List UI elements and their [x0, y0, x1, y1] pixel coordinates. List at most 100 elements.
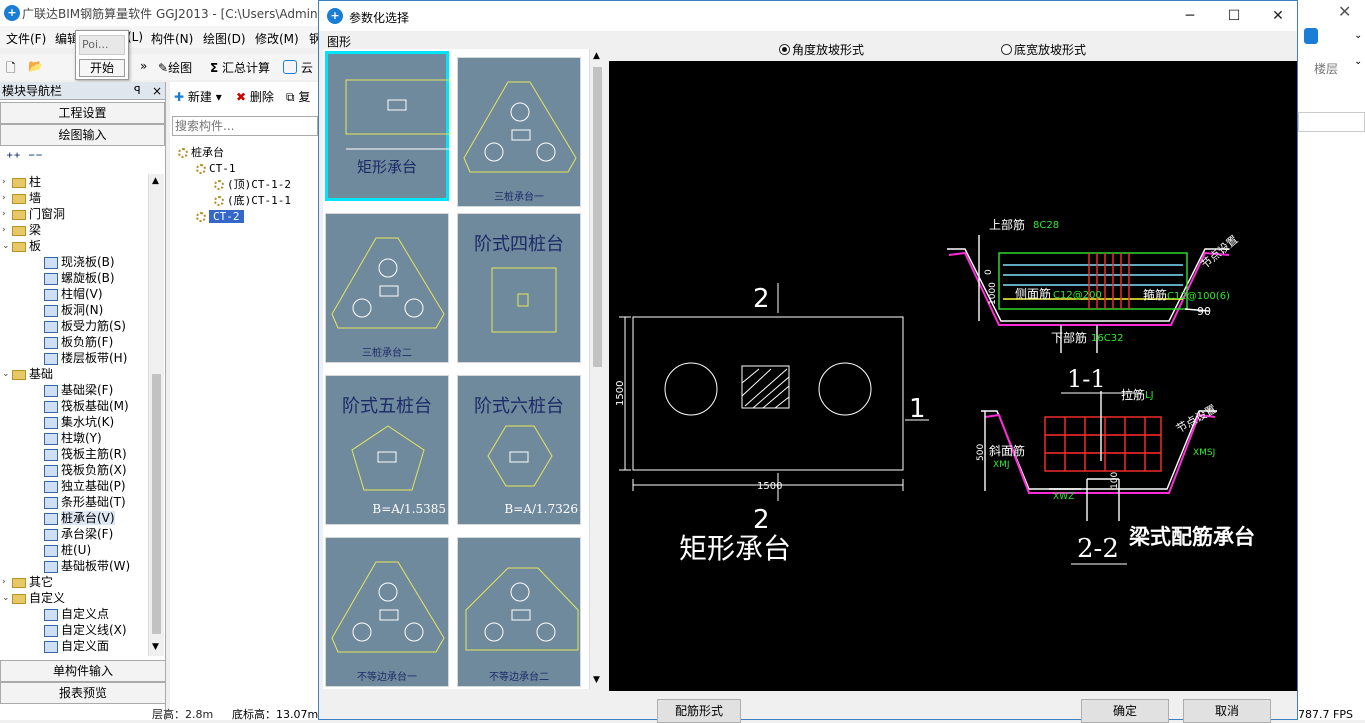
component-search-input[interactable] [172, 116, 318, 136]
new-file-icon[interactable]: 🗋 [6, 59, 16, 80]
minimize-icon[interactable]: ─ [1175, 5, 1205, 27]
nav-tree-item[interactable]: 板洞(N) [44, 302, 103, 318]
radio-angle-slope[interactable]: 角度放坡形式 [779, 41, 864, 58]
nav-tree-item[interactable]: ⌄ 自定义 [2, 590, 66, 606]
collapse-arrow-icon[interactable]: › [2, 222, 12, 238]
scroll-down-icon[interactable]: ▼ [593, 675, 600, 685]
chevron-down-icon[interactable]: ⌄ [1354, 30, 1362, 41]
delete-component-button[interactable]: ✖ 删除 [236, 88, 274, 105]
close-icon[interactable]: ✕ [1263, 5, 1293, 27]
shape-thumb[interactable]: 阶式五桩台 B=A/1.5385 [325, 375, 449, 525]
nav-tree-item[interactable]: 自定义线(X) [44, 622, 127, 638]
menu-draw[interactable]: 绘图(D) [203, 30, 246, 47]
shape-thumb[interactable]: 三桩承台二 [325, 213, 449, 363]
nav-tree-item[interactable]: 螺旋板(B) [44, 270, 115, 286]
nav-tree-item[interactable]: 承台梁(F) [44, 526, 113, 542]
draw-button[interactable]: ✎绘图 [158, 59, 192, 76]
right-field[interactable] [1298, 112, 1365, 132]
nav-tree-item[interactable]: ⌄ 基础 [2, 366, 53, 382]
shape-thumb[interactable]: 不等边承台二 [457, 537, 581, 687]
window-close-icon[interactable]: ✕ [1338, 2, 1351, 21]
nav-tree-item[interactable]: 筏板负筋(X) [44, 462, 127, 478]
cancel-button[interactable]: 取消 [1183, 699, 1271, 723]
nav-tree-item[interactable]: 集水坑(K) [44, 414, 114, 430]
gallery-scrollbar[interactable]: ▲ ▼ [589, 49, 605, 689]
menu-component[interactable]: 构件(N) [151, 30, 193, 47]
nav-tree-item[interactable]: › 柱 [2, 174, 41, 190]
component-type-icon [44, 464, 58, 477]
nav-tree-item[interactable]: › 梁 [2, 222, 41, 238]
layout-form-button[interactable]: 配筋形式 [657, 699, 741, 723]
nav-tree-item[interactable]: 筏板主筋(R) [44, 446, 127, 462]
more-icon[interactable]: » [140, 59, 147, 73]
nav-tree-item[interactable]: 柱帽(V) [44, 286, 103, 302]
scroll-up-icon[interactable]: ▲ [593, 51, 600, 61]
nav-tree-item[interactable]: › 门窗洞 [2, 206, 65, 222]
nav-tree-item[interactable]: 现浇板(B) [44, 254, 115, 270]
sum-calc-button[interactable]: Σ 汇总计算 [210, 59, 270, 76]
nav-tree-item[interactable]: 楼层板带(H) [44, 350, 127, 366]
gallery-scroll-thumb[interactable] [593, 67, 602, 367]
shape-thumb[interactable]: 不等边承台一 [325, 537, 449, 687]
nav-tree-item[interactable]: 自定义点 [44, 606, 109, 622]
component-tree-item[interactable]: (底)CT-1-1 [214, 192, 291, 208]
chevron-down-icon[interactable]: ⌄ [1354, 56, 1362, 67]
component-tree-item[interactable]: 桩承台 [178, 144, 224, 160]
pin-icon[interactable]: ꟼ [134, 82, 141, 100]
report-preview-button[interactable]: 报表预览 [0, 682, 166, 704]
expand-arrow-icon[interactable]: ⌄ [2, 366, 12, 382]
nav-tree-item[interactable]: › 其它 [2, 574, 53, 590]
radio-width-slope[interactable]: 底宽放坡形式 [1001, 41, 1086, 58]
scroll-up-icon[interactable]: ▲ [152, 176, 159, 186]
nav-tree-item[interactable]: 板负筋(F) [44, 334, 113, 350]
nav-tree-label: 自定义 [29, 591, 66, 605]
nav-tree-item[interactable]: 自定义面 [44, 638, 109, 654]
bell-icon[interactable] [1304, 28, 1318, 44]
nav-tree-item[interactable]: 基础梁(F) [44, 382, 113, 398]
cloud-button[interactable]: 云 [283, 59, 313, 76]
component-tree-item[interactable]: (顶)CT-1-2 [214, 176, 291, 192]
collapse-arrow-icon[interactable]: › [2, 574, 12, 590]
nav-tree-item[interactable]: › 墙 [2, 190, 41, 206]
maximize-icon[interactable]: ☐ [1219, 5, 1249, 27]
draw-input-button[interactable]: 绘图输入 [0, 124, 165, 146]
menu-floor[interactable]: (L) [127, 30, 143, 44]
shape-thumb[interactable]: 三桩承台一 [457, 57, 581, 207]
nav-tree-item[interactable]: 筏板基础(M) [44, 398, 129, 414]
nav-tree-item[interactable]: 板受力筋(S) [44, 318, 126, 334]
nav-tree-item[interactable]: 条形基础(T) [44, 494, 126, 510]
copy-component-button[interactable]: ⧉ 复 [286, 88, 310, 105]
close-icon[interactable]: × [152, 82, 162, 100]
collapse-arrow-icon[interactable]: › [2, 190, 12, 206]
nav-tree-item[interactable]: 独立基础(P) [44, 478, 126, 494]
component-tree-item[interactable]: CT-1 [196, 160, 236, 176]
nav-scroll-thumb[interactable] [152, 374, 161, 634]
shape-thumb[interactable]: 阶式六桩台 B=A/1.7326 [457, 375, 581, 525]
collapse-all-icon[interactable]: ⁻⁻ [28, 150, 43, 166]
expand-arrow-icon[interactable]: ⌄ [2, 238, 12, 254]
nav-tree-item[interactable]: 桩(U) [44, 542, 91, 558]
nav-tree-item[interactable]: 柱墩(Y) [44, 430, 102, 446]
menu-file[interactable]: 文件(F) [6, 30, 46, 47]
new-component-button[interactable]: ✚ 新建 ▾ [174, 88, 222, 105]
scroll-down-icon[interactable]: ▼ [152, 642, 159, 652]
component-tree-item[interactable]: CT-2 [196, 208, 244, 224]
ok-button[interactable]: 确定 [1081, 699, 1169, 723]
expand-all-icon[interactable]: ⁺⁺ [6, 150, 21, 166]
project-settings-button[interactable]: 工程设置 [0, 102, 165, 124]
nav-tree-item[interactable]: ⌄ 板 [2, 238, 42, 254]
nav-scrollbar[interactable]: ▲ ▼ [148, 174, 164, 656]
menu-modify[interactable]: 修改(M) [255, 30, 299, 47]
start-button[interactable]: 开始 [79, 59, 125, 77]
collapse-arrow-icon[interactable]: › [2, 206, 12, 222]
nav-tree-label: 板 [29, 239, 42, 253]
expand-arrow-icon[interactable]: ⌄ [2, 590, 12, 606]
nav-tree-item[interactable]: 桩承台(V) [44, 510, 115, 526]
nav-tree-item[interactable]: 基础板带(W) [44, 558, 130, 574]
shape-thumb[interactable]: 矩形承台 [325, 51, 451, 201]
shape-thumb[interactable]: 阶式四桩台 [457, 213, 581, 363]
open-folder-icon[interactable]: 📂 [28, 59, 43, 73]
single-input-button[interactable]: 单构件输入 [0, 660, 166, 682]
poi-field[interactable]: Poi... [79, 35, 125, 55]
collapse-arrow-icon[interactable]: › [2, 174, 12, 190]
